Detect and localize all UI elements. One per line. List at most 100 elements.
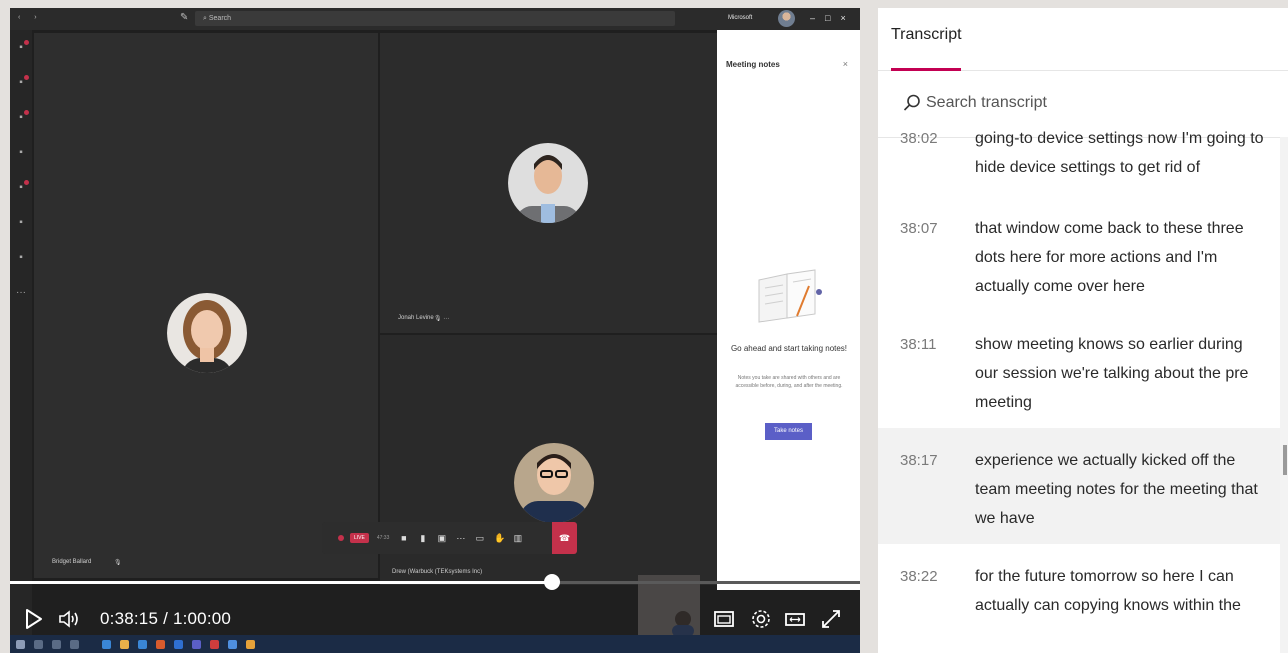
close-icon[interactable]: × xyxy=(843,59,848,69)
recording-icon xyxy=(338,535,344,541)
planner-icon[interactable]: ▪ xyxy=(14,252,28,266)
seek-bar[interactable] xyxy=(10,574,860,590)
transcript-scroll-thumb[interactable] xyxy=(1283,445,1287,475)
call-elapsed-time: 47:33 xyxy=(376,535,390,541)
time-display: 0:38:15 / 1:00:00 xyxy=(100,608,231,630)
calendar-icon[interactable]: ▪ xyxy=(14,147,28,161)
participant-avatar-man xyxy=(508,128,588,238)
transcript-timestamp[interactable]: 38:07 xyxy=(900,220,938,237)
transcript-text: for the future tomorrow so here I can ac… xyxy=(975,568,1241,614)
camera-icon[interactable]: ■ xyxy=(399,533,408,543)
share-screen-icon[interactable]: ▣ xyxy=(437,533,447,544)
notification-badge xyxy=(24,110,29,115)
transcript-panel: Transcript 38:02 going-to device settings… xyxy=(878,8,1288,653)
office-taskbar-icon xyxy=(156,640,165,649)
transcript-entry[interactable]: 38:07 that window come back to these thre… xyxy=(878,196,1280,312)
live-badge: LIVE xyxy=(350,533,369,543)
hang-up-icon[interactable]: ☎ xyxy=(552,522,577,554)
transcript-title[interactable]: Transcript xyxy=(891,26,962,44)
transcript-text: that window come back to these three dot… xyxy=(975,220,1244,295)
mic-icon: 🎙 xyxy=(114,560,122,566)
notes-heading: Go ahead and start taking notes! xyxy=(730,344,848,353)
transcript-entry[interactable]: 38:22 for the future tomorrow so here I c… xyxy=(878,544,1280,624)
windows-start-icon xyxy=(16,640,25,649)
mail-taskbar-icon xyxy=(138,640,147,649)
participant-name-left: Bridget Ballard xyxy=(52,559,92,565)
transcript-timestamp[interactable]: 38:02 xyxy=(900,130,938,147)
more-actions-icon[interactable]: ⋯ xyxy=(456,533,465,544)
video-player[interactable]: ‹ › ✎ ⌕ Search Microsoft –□× ▪ ▪ ▪ ▪ ▪ ▪ ▪ ··· … xyxy=(10,8,860,653)
transcript-search-input[interactable] xyxy=(926,91,1256,115)
transcript-scrollbar[interactable] xyxy=(1280,137,1288,653)
back-forward-icon[interactable]: ‹ › xyxy=(18,14,43,21)
take-notes-button[interactable]: Take notes xyxy=(765,423,812,440)
play-icon[interactable] xyxy=(24,608,44,630)
notes-illustration-icon xyxy=(758,269,822,323)
notification-badge xyxy=(24,40,29,45)
search-icon xyxy=(903,94,920,111)
theater-mode-icon[interactable] xyxy=(784,608,806,630)
participant-name-bottom-right: Drew (Warbuck (TEKsystems Inc) xyxy=(392,569,483,575)
explorer-taskbar-icon xyxy=(120,640,129,649)
new-chat-icon[interactable]: ✎ xyxy=(180,12,188,23)
time-separator: / xyxy=(163,609,168,628)
teams-search-placeholder: Search xyxy=(208,15,232,22)
raise-hand-icon[interactable]: ✋ xyxy=(494,533,505,544)
notes-description: Notes you take are shared with others an… xyxy=(735,375,843,389)
window-controls-icon[interactable]: –□× xyxy=(810,13,856,23)
teams-taskbar-icon xyxy=(192,640,201,649)
transcript-timestamp[interactable]: 38:17 xyxy=(900,452,938,469)
transcript-text: going-to device settings now I'm going t… xyxy=(975,130,1264,176)
chat-icon[interactable]: ▪ xyxy=(14,75,29,91)
seek-bar-played xyxy=(10,581,552,584)
edge-taskbar-icon xyxy=(102,640,111,649)
participant-avatar-woman xyxy=(167,278,247,388)
search-icon: ⌕ xyxy=(203,15,209,22)
teams-title-bar: ‹ › ✎ ⌕ Search Microsoft –□× xyxy=(10,8,860,30)
more-apps-icon[interactable]: ··· xyxy=(14,287,28,301)
participant-tile-left: Bridget Ballard 🎙 xyxy=(34,33,378,578)
meeting-notes-panel: Meeting notes × Go ahead and start takin… xyxy=(717,30,860,590)
app-taskbar-icon xyxy=(70,640,79,649)
volume-icon[interactable] xyxy=(58,608,80,630)
search-taskbar-icon xyxy=(34,640,43,649)
captions-icon[interactable] xyxy=(713,608,735,630)
settings-icon[interactable] xyxy=(750,608,772,630)
transcript-timestamp[interactable]: 38:11 xyxy=(900,336,936,353)
org-name[interactable]: Microsoft xyxy=(728,15,752,21)
task-view-icon xyxy=(52,640,61,649)
files-icon[interactable]: ▪ xyxy=(14,217,28,231)
chat-icon[interactable]: ▭ xyxy=(475,533,485,544)
teams-app-rail: ▪ ▪ ▪ ▪ ▪ ▪ ▪ ··· xyxy=(10,30,32,653)
transcript-entry[interactable]: 38:02 going-to device settings now I'm go… xyxy=(878,126,1280,196)
user-avatar[interactable] xyxy=(778,10,795,27)
meeting-notes-title: Meeting notes xyxy=(726,60,780,69)
participant-avatar-man-glasses xyxy=(514,435,594,530)
transcript-text: experience we actually kicked off the te… xyxy=(975,452,1258,527)
outlook-taskbar-icon xyxy=(228,640,237,649)
transcript-entry[interactable]: 38:11 show meeting knows so earlier durin… xyxy=(878,312,1280,428)
duration: 1:00:00 xyxy=(172,609,232,628)
calls-icon[interactable]: ▪ xyxy=(14,180,29,196)
microphone-icon[interactable]: ▮ xyxy=(418,533,427,544)
teams-search-bar[interactable]: ⌕ Search xyxy=(195,11,675,26)
notification-badge xyxy=(24,75,29,80)
player-controls: 0:38:15 / 1:00:00 xyxy=(10,600,860,640)
seek-handle[interactable] xyxy=(543,574,560,590)
participants-icon[interactable]: ▥ xyxy=(513,533,523,544)
transcript-header: Transcript xyxy=(878,8,1288,71)
transcript-text: show meeting knows so earlier during our… xyxy=(975,336,1249,411)
more-options-icon[interactable]: 🎙 ··· xyxy=(434,315,449,322)
transcript-list: 38:02 going-to device settings now I'm go… xyxy=(878,126,1280,624)
participant-tile-top-right: Jonah Levine 🎙 ··· xyxy=(380,33,717,333)
transcript-entry[interactable]: 38:17 experience we actually kicked off t… xyxy=(878,428,1280,544)
call-control-bar: LIVE 47:33 ■ ▮ ▣ ⋯ ▭ ✋ ▥ ☎ xyxy=(322,522,577,554)
current-time: 0:38:15 xyxy=(100,609,159,628)
fullscreen-icon[interactable] xyxy=(820,608,842,630)
notification-badge xyxy=(24,180,29,185)
transcript-timestamp[interactable]: 38:22 xyxy=(900,568,938,585)
activity-icon[interactable]: ▪ xyxy=(14,40,29,56)
participant-name-top-right: Jonah Levine xyxy=(398,315,434,321)
teams-icon[interactable]: ▪ xyxy=(14,110,29,126)
app2-taskbar-icon xyxy=(246,640,255,649)
